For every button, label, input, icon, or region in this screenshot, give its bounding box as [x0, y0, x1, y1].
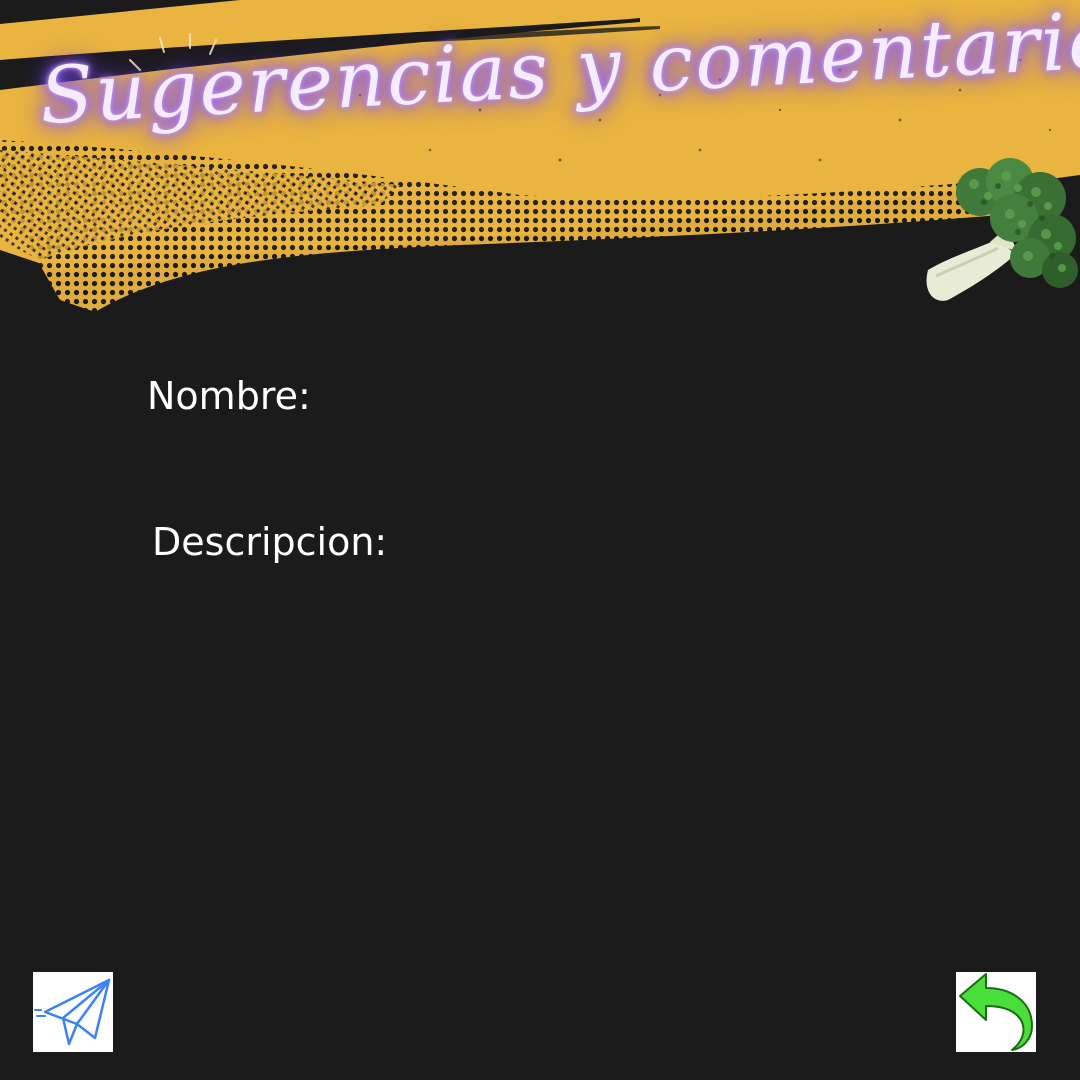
broccoli-icon — [926, 158, 1078, 301]
send-button[interactable] — [33, 972, 113, 1052]
description-label: Descripcion: — [152, 520, 388, 564]
suggestions-page: Sugerencias y comentarios Nombre: Descri… — [0, 0, 1080, 1080]
name-label: Nombre: — [147, 374, 311, 418]
back-arrow-icon — [959, 973, 1033, 1051]
paper-plane-icon — [34, 978, 111, 1046]
back-button[interactable] — [956, 972, 1036, 1052]
